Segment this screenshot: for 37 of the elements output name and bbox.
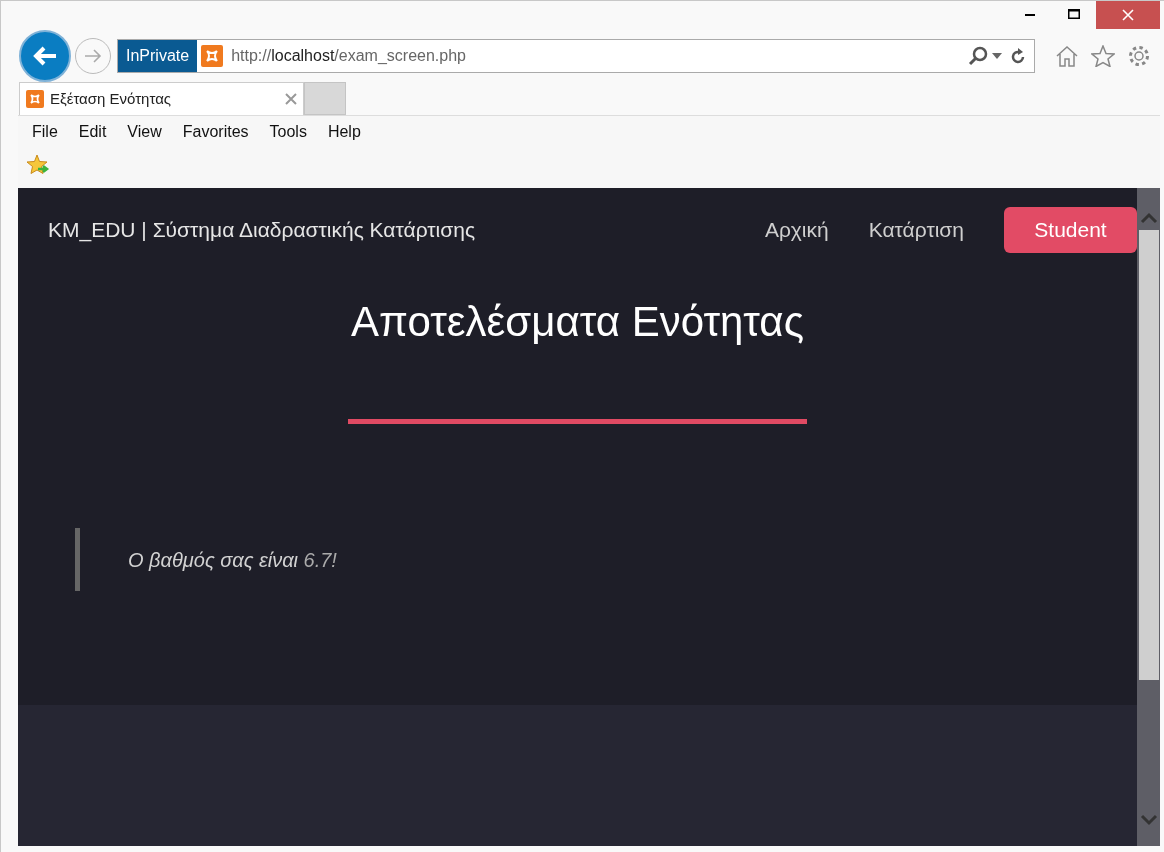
menu-item[interactable]: Tools xyxy=(269,120,307,144)
refresh-icon[interactable] xyxy=(1010,47,1026,65)
grade-message: Ο βαθμός σας είναι 6.7! xyxy=(128,547,337,573)
tab-title: Εξέταση Ενότητας xyxy=(50,88,173,109)
close-icon xyxy=(1122,9,1134,21)
close-tab-icon[interactable] xyxy=(285,93,297,105)
scrollbar[interactable] xyxy=(1137,188,1160,846)
menu-item[interactable]: View xyxy=(127,120,162,144)
address-bar[interactable]: InPrivate http://localhost/exam_screen.php xyxy=(117,39,1035,73)
scroll-up-icon[interactable] xyxy=(1139,212,1158,224)
settings-icon[interactable] xyxy=(1127,44,1151,68)
scroll-down-icon[interactable] xyxy=(1139,814,1158,826)
favorites-star-icon[interactable] xyxy=(1091,45,1115,67)
scrollbar-thumb[interactable] xyxy=(1138,230,1159,680)
maximize-icon xyxy=(1068,9,1080,19)
home-icon[interactable] xyxy=(1055,45,1079,67)
user-button[interactable]: Student xyxy=(1004,207,1137,253)
forward-arrow-icon xyxy=(84,49,102,63)
back-arrow-icon xyxy=(32,45,58,67)
browser-tab[interactable]: Εξέταση Ενότητας xyxy=(19,82,304,115)
page-heading: Αποτελέσματα Ενότητας xyxy=(350,297,805,347)
inprivate-badge: InPrivate xyxy=(118,40,198,72)
favorites-bar-star-icon[interactable] xyxy=(26,154,50,176)
menu-item[interactable]: Help xyxy=(327,120,361,144)
nav-link[interactable]: Κατάρτιση xyxy=(868,214,964,246)
menu-item[interactable]: Favorites xyxy=(182,120,249,144)
url-text: http://localhost/exam_screen.php xyxy=(231,46,466,66)
nav-link[interactable]: Αρχική xyxy=(764,214,829,246)
minimize-icon xyxy=(1025,12,1035,16)
xampp-favicon-icon xyxy=(201,45,224,67)
xampp-favicon-icon xyxy=(26,90,44,108)
back-button[interactable] xyxy=(19,30,71,82)
search-icon[interactable] xyxy=(968,46,988,66)
menu-item[interactable]: File xyxy=(32,120,58,144)
menu-item[interactable]: Edit xyxy=(78,120,107,144)
site-brand[interactable]: KM_EDU | Σύστημα Διαδραστικής Κατάρτισης xyxy=(48,214,476,246)
dropdown-caret-icon[interactable] xyxy=(992,53,1002,59)
